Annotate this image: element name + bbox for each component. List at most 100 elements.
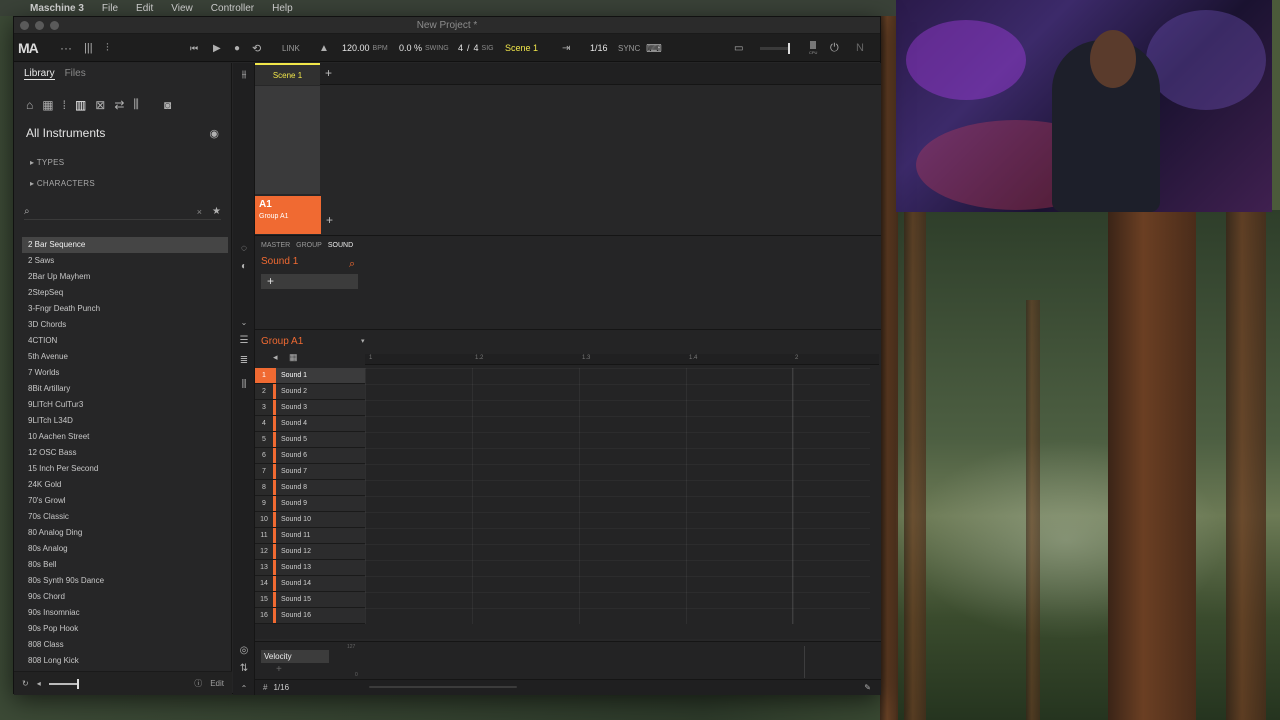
add-scene-button[interactable]: + <box>325 66 332 80</box>
browser-toggle-icon[interactable]: ||| <box>84 34 93 62</box>
keyboard-grid-icon[interactable]: ▦ <box>289 352 298 363</box>
sound-row[interactable]: 6 Sound 6 <box>255 448 365 464</box>
tab-library[interactable]: Library <box>24 68 55 80</box>
browser-result-item[interactable]: 90s Insomniac <box>14 605 228 621</box>
browser-result-item[interactable]: 2 Saws <box>14 253 228 269</box>
browser-result-item[interactable]: 4CTION <box>14 333 228 349</box>
velocity-lane-icon[interactable]: ◎ <box>237 643 251 657</box>
browser-result-item[interactable]: 9LITcH CulTur3 <box>14 397 228 413</box>
group-slot[interactable]: A1 Group A1 <box>255 196 321 234</box>
mixer-toggle-icon[interactable]: ⫶ <box>106 34 109 62</box>
browser-result-item[interactable]: 7 Worlds <box>14 365 228 381</box>
prehear-volume-slider[interactable] <box>48 678 79 689</box>
keyboard-icon[interactable]: ⌨ <box>646 34 662 62</box>
browser-result-item[interactable]: 80 Analog Ding <box>14 525 228 541</box>
clear-search-icon[interactable]: × <box>197 207 202 217</box>
grid-icon[interactable]: # <box>263 683 267 692</box>
sound-row[interactable]: 3 Sound 3 <box>255 400 365 416</box>
add-lane-button[interactable]: + <box>276 664 282 675</box>
sound-row[interactable]: 13 Sound 13 <box>255 560 365 576</box>
browser-result-item[interactable]: 2 Bar Sequence <box>22 237 228 253</box>
sound-row[interactable]: 11 Sound 11 <box>255 528 365 544</box>
sound-row[interactable]: 12 Sound 12 <box>255 544 365 560</box>
follow-icon[interactable]: ⇥ <box>562 34 570 62</box>
browser-result-item[interactable]: 80s Synth 90s Dance <box>14 573 228 589</box>
group-dropdown-icon[interactable]: ▾ <box>361 337 365 345</box>
loop-icon[interactable]: ⟲ <box>252 34 261 62</box>
tab-master[interactable]: MASTER <box>261 242 290 249</box>
close-button[interactable] <box>20 21 29 30</box>
project-icon[interactable]: ⌂ <box>26 98 33 112</box>
sound-row[interactable]: 15 Sound 15 <box>255 592 365 608</box>
browser-result-item[interactable]: 808 Class <box>14 637 228 653</box>
browser-result-item[interactable]: 90s Chord <box>14 589 228 605</box>
browser-result-item[interactable]: 12 OSC Bass <box>14 445 228 461</box>
display-icon[interactable]: ▭ <box>734 34 743 62</box>
collapse-chevron-icon[interactable]: ⌄ <box>237 315 251 329</box>
sound-row[interactable]: 16 Sound 16 <box>255 608 365 624</box>
sound-row[interactable]: 8 Sound 8 <box>255 480 365 496</box>
selected-sound-name[interactable]: Sound 1 <box>261 256 298 267</box>
instrument-icon[interactable]: ▥ <box>75 98 86 112</box>
browser-result-item[interactable]: 15 Inch Per Second <box>14 461 228 477</box>
browser-result-item[interactable]: 80s Analog <box>14 541 228 557</box>
metronome-icon[interactable]: ▲ <box>319 34 329 62</box>
horizontal-scrollbar[interactable] <box>369 686 517 688</box>
sync-button[interactable]: SYNC <box>618 34 640 62</box>
quantize-field[interactable]: 1/16 <box>590 34 608 62</box>
info-icon[interactable]: ⓘ <box>194 678 202 689</box>
browser-result-item[interactable]: 70's Growl <box>14 493 228 509</box>
group-icon[interactable]: ▦ <box>42 98 53 112</box>
browser-result-item[interactable]: 9LITch L34D <box>14 413 228 429</box>
sound-row[interactable]: 10 Sound 10 <box>255 512 365 528</box>
arranger-mode-icon[interactable]: ⫵ <box>237 67 251 81</box>
tab-group[interactable]: GROUP <box>296 242 322 249</box>
scene-slot[interactable] <box>255 86 320 194</box>
minimize-button[interactable] <box>35 21 44 30</box>
browser-result-item[interactable]: 70s Classic <box>14 509 228 525</box>
swing-field[interactable]: 0.0 % SWING <box>399 34 449 62</box>
sound-row[interactable]: 4 Sound 4 <box>255 416 365 432</box>
sound-icon[interactable]: ⁞ <box>63 98 66 112</box>
scene-tab[interactable]: Scene 1 <box>255 63 320 85</box>
mute-speaker-icon[interactable]: ◂ <box>273 352 278 363</box>
menu-view[interactable]: View <box>171 3 193 14</box>
browser-result-item[interactable]: 5th Avenue <box>14 349 228 365</box>
add-plugin-button[interactable]: + <box>261 274 358 289</box>
menu-edit[interactable]: Edit <box>136 3 153 14</box>
restart-icon[interactable]: ⏮ <box>190 34 198 62</box>
list-view-icon[interactable]: ≣ <box>237 353 251 367</box>
pattern-editor-icon[interactable]: ☰ <box>237 333 251 347</box>
sound-row[interactable]: 1 Sound 1 <box>255 368 365 384</box>
link-button[interactable]: LINK <box>282 34 300 62</box>
zoom-button[interactable] <box>50 21 59 30</box>
volume-meter-handle[interactable] <box>788 42 790 54</box>
sampler-icon[interactable]: ⫼ <box>237 377 251 391</box>
expand-chevron-icon[interactable]: ⌃ <box>237 681 251 695</box>
loop-icon[interactable]: ⇄ <box>114 98 124 112</box>
search-input[interactable]: ⌕ × ★ <box>24 204 221 220</box>
more-menu-icon[interactable]: ··· <box>60 34 72 62</box>
menu-file[interactable]: File <box>102 3 118 14</box>
browser-result-item[interactable]: 2StepSeq <box>14 285 228 301</box>
pencil-icon[interactable]: ✎ <box>864 683 871 692</box>
plugin-icon[interactable]: ◌ <box>237 241 251 255</box>
tempo-field[interactable]: 120.00 BPM <box>342 34 388 62</box>
sample-icon[interactable]: ⫼ <box>133 97 139 112</box>
tab-files[interactable]: Files <box>65 68 86 80</box>
velocity-selector[interactable]: Velocity <box>261 650 329 663</box>
refresh-icon[interactable]: ↻ <box>22 679 29 688</box>
timeline-ruler[interactable]: 1 1.2 1.3 1.4 2 <box>365 354 879 365</box>
edit-button[interactable]: Edit <box>210 679 224 688</box>
content-filter-header[interactable]: All Instruments ◉ <box>14 112 231 140</box>
tab-sound[interactable]: SOUND <box>328 242 353 249</box>
signature-field[interactable]: 4 / 4 SIG <box>458 34 494 62</box>
browser-result-item[interactable]: 90s Pop Hook <box>14 621 228 637</box>
record-icon[interactable]: ● <box>234 34 240 62</box>
modulation-icon[interactable]: ⇅ <box>237 661 251 675</box>
browser-result-item[interactable]: 10 Aachen Street <box>14 429 228 445</box>
power-icon[interactable]: ⏻ <box>830 34 839 62</box>
browser-result-item[interactable]: 2Bar Up Mayhem <box>14 269 228 285</box>
sound-search-icon[interactable]: ⌕ <box>349 258 355 271</box>
browser-result-item[interactable]: 80s Bell <box>14 557 228 573</box>
